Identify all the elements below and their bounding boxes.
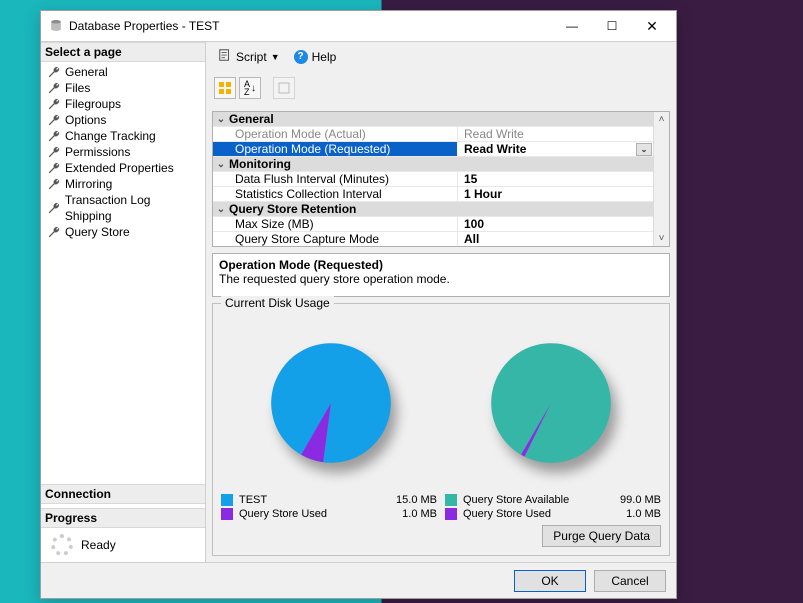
sidebar-item-label: General — [65, 64, 108, 80]
titlebar[interactable]: Database Properties - TEST — ☐ ✕ — [41, 11, 676, 41]
window-title: Database Properties - TEST — [69, 19, 552, 33]
help-button[interactable]: ? Help — [290, 48, 341, 66]
pie-chart-database — [266, 338, 396, 468]
collapse-icon[interactable]: ⌄ — [213, 159, 229, 170]
legend-item: Query Store Available 99.0 MB — [445, 494, 661, 506]
prop-capture-mode[interactable]: Query Store Capture Mode All — [213, 232, 653, 247]
progress-status: Ready — [81, 538, 116, 552]
prop-operation-mode-actual: Operation Mode (Actual) Read Write — [213, 127, 653, 142]
legend-item: Query Store Used 1.0 MB — [221, 508, 437, 520]
chevron-down-icon: ▼ — [271, 52, 280, 62]
legend-label: Query Store Used — [239, 508, 327, 520]
legend-value: 1.0 MB — [626, 508, 661, 520]
prop-max-size[interactable]: Max Size (MB) 100 — [213, 217, 653, 232]
sidebar-item-label: Filegroups — [65, 96, 121, 112]
sidebar-item-label: Options — [65, 112, 106, 128]
dialog-footer: OK Cancel — [41, 562, 676, 598]
ok-button[interactable]: OK — [514, 570, 586, 592]
prop-stats-interval[interactable]: Statistics Collection Interval 1 Hour — [213, 187, 653, 202]
legend-value: 1.0 MB — [402, 508, 437, 520]
sidebar-item-label: Query Store — [65, 224, 130, 240]
sidebar-page-change-tracking[interactable]: Change Tracking — [41, 128, 205, 144]
legend-label: TEST — [239, 494, 267, 506]
main-pane: Script ▼ ? Help AZ↓ — [206, 42, 676, 562]
page-list: GeneralFilesFilegroupsOptionsChange Trac… — [41, 62, 205, 484]
sidebar-item-label: Extended Properties — [65, 160, 174, 176]
pie-chart-querystore — [486, 338, 616, 468]
legend-right: Query Store Available99.0 MBQuery Store … — [445, 494, 661, 520]
main-toolbar: Script ▼ ? Help — [206, 42, 676, 71]
sidebar-page-options[interactable]: Options — [41, 112, 205, 128]
disk-usage-title: Current Disk Usage — [221, 296, 334, 310]
sidebar: Select a page GeneralFilesFilegroupsOpti… — [41, 42, 206, 562]
legend-item: TEST 15.0 MB — [221, 494, 437, 506]
minimize-button[interactable]: — — [552, 12, 592, 40]
script-button[interactable]: Script ▼ — [214, 46, 284, 67]
scroll-up-icon[interactable]: ˄ — [659, 114, 665, 125]
help-icon: ? — [294, 50, 308, 64]
sidebar-item-label: Transaction Log Shipping — [65, 192, 199, 224]
property-grid[interactable]: ⌄General Operation Mode (Actual) Read Wr… — [212, 111, 670, 247]
pg-group-qsr: Query Store Retention — [229, 202, 653, 216]
pg-group-monitoring: Monitoring — [229, 157, 653, 171]
legend-label: Query Store Used — [463, 508, 551, 520]
select-a-page-header: Select a page — [41, 42, 205, 62]
sidebar-item-label: Mirroring — [65, 176, 112, 192]
database-icon — [49, 19, 63, 33]
progress-header: Progress — [41, 508, 205, 528]
sidebar-page-query-store[interactable]: Query Store — [41, 224, 205, 240]
dialog-window: Database Properties - TEST — ☐ ✕ Select … — [40, 10, 677, 599]
progress-body: Ready — [41, 528, 205, 562]
maximize-button[interactable]: ☐ — [592, 12, 632, 40]
sidebar-page-transaction-log-shipping[interactable]: Transaction Log Shipping — [41, 192, 205, 224]
propdesc-text: The requested query store operation mode… — [219, 272, 663, 286]
legend-swatch — [445, 508, 457, 520]
sidebar-item-label: Files — [65, 80, 90, 96]
legend-item: Query Store Used 1.0 MB — [445, 508, 661, 520]
sidebar-item-label: Change Tracking — [65, 128, 156, 144]
sidebar-page-files[interactable]: Files — [41, 80, 205, 96]
sidebar-page-permissions[interactable]: Permissions — [41, 144, 205, 160]
propgrid-scrollbar[interactable]: ˄ ˅ — [653, 112, 669, 246]
close-button[interactable]: ✕ — [632, 12, 672, 40]
sidebar-page-mirroring[interactable]: Mirroring — [41, 176, 205, 192]
scroll-down-icon[interactable]: ˅ — [659, 233, 665, 244]
collapse-icon[interactable]: ⌄ — [213, 114, 229, 125]
connection-header: Connection — [41, 484, 205, 504]
prop-operation-mode-requested[interactable]: Operation Mode (Requested) Read Write ⌄ — [213, 142, 653, 157]
alphabetical-button[interactable]: AZ↓ — [239, 77, 261, 99]
legend-swatch — [221, 508, 233, 520]
legend-label: Query Store Available — [463, 494, 569, 506]
property-pages-button[interactable] — [273, 77, 295, 99]
purge-query-data-button[interactable]: Purge Query Data — [542, 525, 661, 547]
sidebar-page-extended-properties[interactable]: Extended Properties — [41, 160, 205, 176]
progress-spinner-icon — [51, 534, 73, 556]
cancel-button[interactable]: Cancel — [594, 570, 666, 592]
propgrid-toolbar: AZ↓ — [212, 71, 670, 105]
help-label: Help — [312, 50, 337, 64]
sidebar-item-label: Permissions — [65, 144, 130, 160]
sidebar-page-filegroups[interactable]: Filegroups — [41, 96, 205, 112]
script-icon — [218, 48, 232, 65]
propdesc-title: Operation Mode (Requested) — [219, 258, 663, 272]
prop-flush-interval[interactable]: Data Flush Interval (Minutes) 15 — [213, 172, 653, 187]
prop-operation-mode-requested-value: Read Write — [464, 142, 526, 156]
legend-value: 15.0 MB — [396, 494, 437, 506]
legend-swatch — [445, 494, 457, 506]
sidebar-page-general[interactable]: General — [41, 64, 205, 80]
legend-left: TEST 15.0 MB Query Store Used 1.0 MB — [221, 494, 437, 520]
property-description: Operation Mode (Requested) The requested… — [212, 253, 670, 297]
dropdown-button[interactable]: ⌄ — [636, 143, 652, 156]
legend-value: 99.0 MB — [620, 494, 661, 506]
categorized-button[interactable] — [214, 77, 236, 99]
pg-group-general: General — [229, 112, 653, 126]
legend-swatch — [221, 494, 233, 506]
collapse-icon[interactable]: ⌄ — [213, 204, 229, 215]
disk-usage-group: Current Disk Usage TEST15.0 MBQuery Stor… — [212, 303, 670, 556]
script-label: Script — [236, 50, 267, 64]
